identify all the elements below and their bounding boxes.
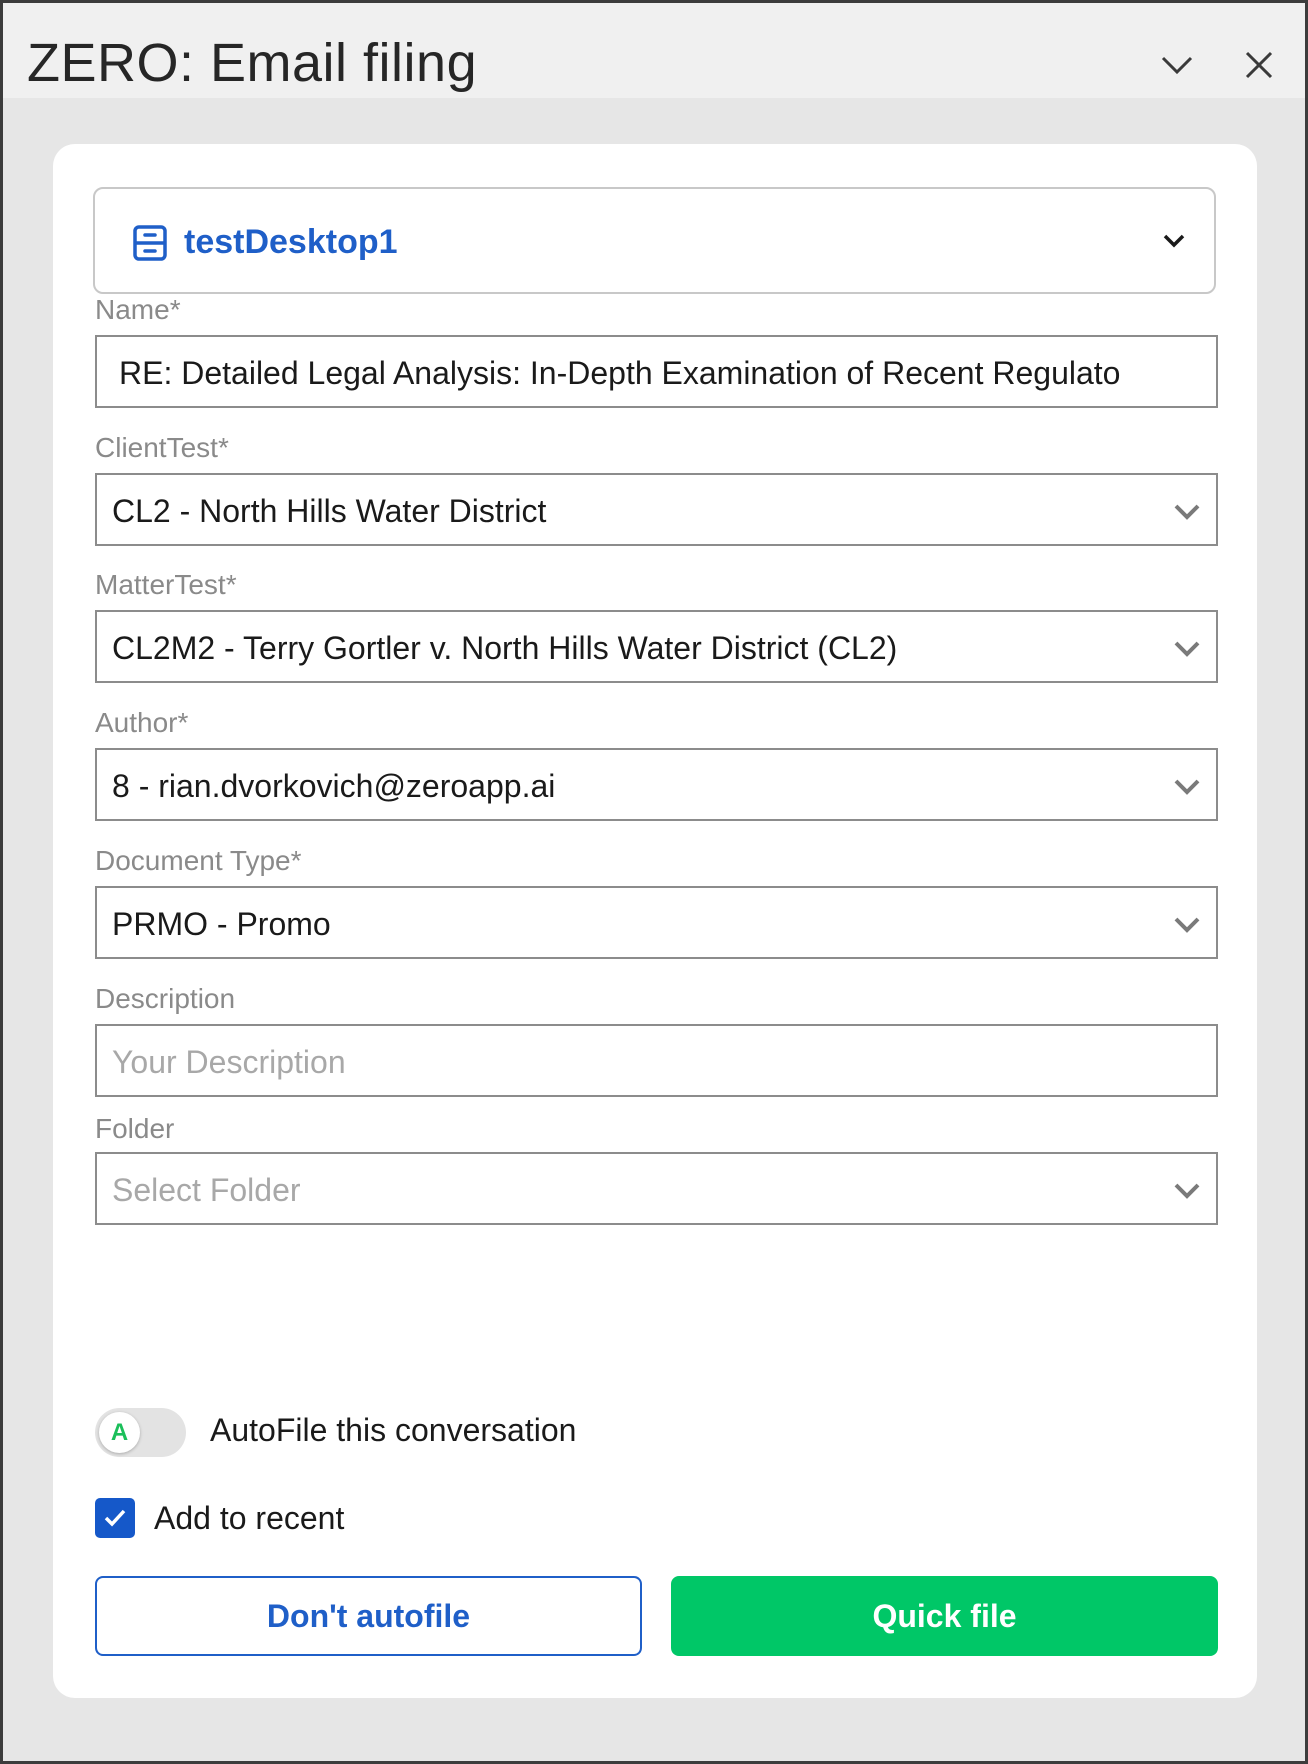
filing-form-card: testDesktop1 Name* RE: Detailed Legal An… [53, 144, 1257, 1698]
description-input[interactable]: Your Description [95, 1024, 1218, 1097]
client-value: CL2 - North Hills Water District [112, 493, 547, 529]
author-label: Author* [95, 707, 189, 738]
folder-label: Folder [95, 1113, 175, 1144]
checkmark-icon [104, 1509, 126, 1527]
dont-autofile-button[interactable]: Don't autofile [95, 1576, 642, 1656]
author-select[interactable]: 8 - rian.dvorkovich@zeroapp.ai [95, 748, 1218, 821]
matter-label: MatterTest* [95, 569, 237, 600]
name-label: Name* [95, 294, 181, 325]
autofile-toggle-label: AutoFile this conversation [210, 1412, 577, 1448]
matter-select[interactable]: CL2M2 - Terry Gortler v. North Hills Wat… [95, 610, 1218, 683]
author-value: 8 - rian.dvorkovich@zeroapp.ai [112, 768, 556, 804]
folder-placeholder: Select Folder [112, 1172, 301, 1208]
chevron-down-icon [1172, 776, 1202, 803]
description-placeholder: Your Description [112, 1044, 346, 1080]
workspace-select[interactable]: testDesktop1 [93, 187, 1216, 294]
matter-value: CL2M2 - Terry Gortler v. North Hills Wat… [112, 630, 898, 666]
workspace-label: testDesktop1 [184, 223, 398, 261]
window-title: ZERO: Email filing [27, 33, 478, 93]
collapse-button[interactable] [1153, 41, 1201, 89]
name-value: RE: Detailed Legal Analysis: In-Depth Ex… [119, 355, 1121, 391]
quick-file-button[interactable]: Quick file [671, 1576, 1218, 1656]
add-to-recent-label: Add to recent [154, 1500, 345, 1536]
description-label: Description [95, 983, 236, 1014]
chevron-down-icon [1172, 501, 1202, 528]
cabinet-icon [132, 224, 168, 267]
title-bar: ZERO: Email filing [3, 3, 1305, 98]
name-input[interactable]: RE: Detailed Legal Analysis: In-Depth Ex… [95, 335, 1218, 408]
toggle-knob: A [99, 1412, 140, 1453]
document-type-select[interactable]: PRMO - Promo [95, 886, 1218, 959]
chevron-down-icon [1161, 56, 1193, 75]
chevron-down-icon [1172, 914, 1202, 941]
document-type-value: PRMO - Promo [112, 906, 331, 942]
email-filing-window: ZERO: Email filing testDesktop1 Name* RE… [0, 0, 1308, 1764]
folder-select[interactable]: Select Folder [95, 1152, 1218, 1225]
add-to-recent-checkbox[interactable] [95, 1498, 135, 1538]
document-type-label: Document Type* [95, 845, 302, 876]
chevron-down-icon [1172, 1180, 1202, 1207]
autofile-toggle[interactable]: A [95, 1408, 186, 1457]
chevron-down-icon [1160, 227, 1188, 260]
client-label: ClientTest* [95, 432, 229, 463]
client-select[interactable]: CL2 - North Hills Water District [95, 473, 1218, 546]
chevron-down-icon [1172, 638, 1202, 665]
close-icon [1245, 51, 1273, 79]
close-button[interactable] [1235, 41, 1283, 89]
